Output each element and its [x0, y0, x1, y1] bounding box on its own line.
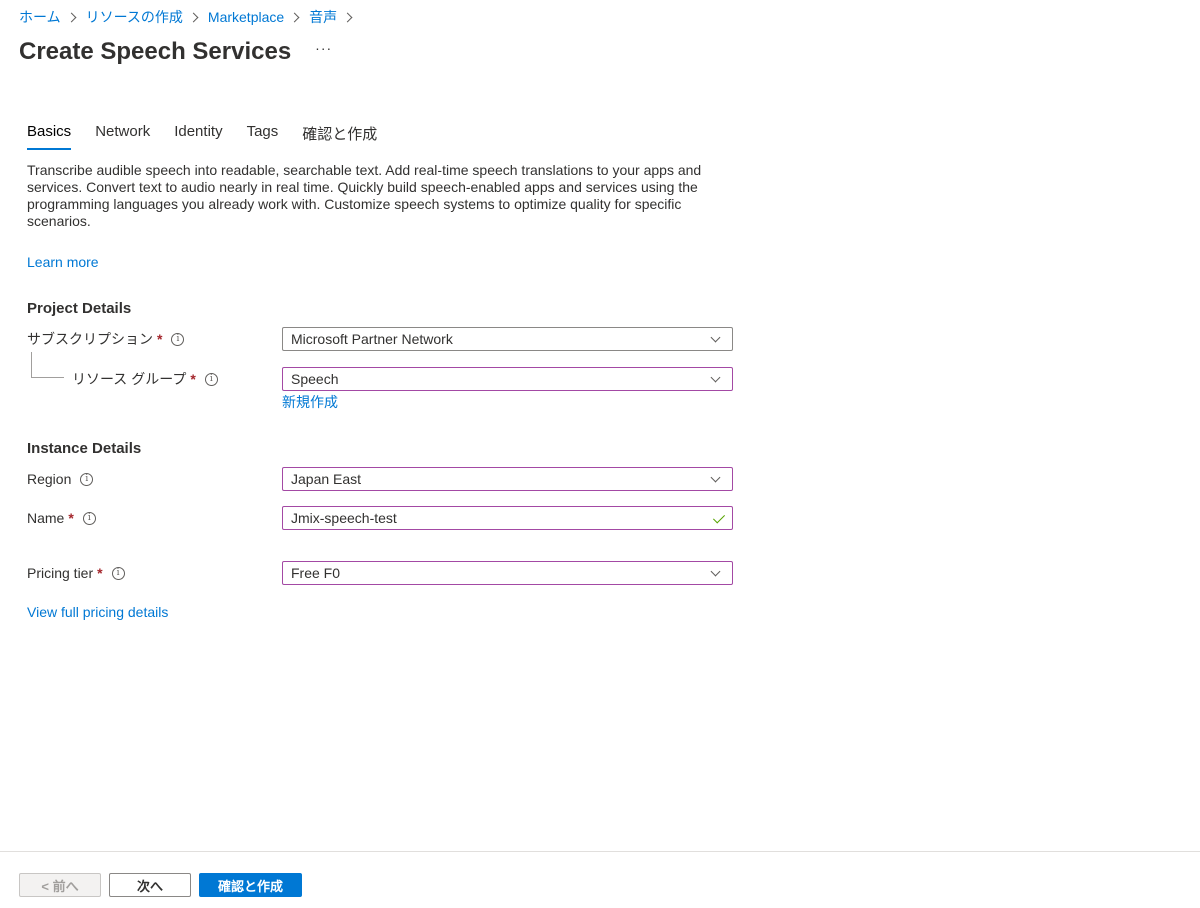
resource-group-dropdown[interactable]: Speech: [282, 367, 733, 391]
breadcrumb-marketplace[interactable]: Marketplace: [208, 9, 284, 25]
resource-group-value: Speech: [291, 371, 339, 387]
region-label: Region i: [27, 469, 94, 489]
subscription-label: サブスクリプション * i: [27, 329, 185, 349]
pricing-tier-label: Pricing tier * i: [27, 563, 125, 583]
chevron-right-icon: [342, 12, 353, 22]
pricing-tier-value: Free F0: [291, 565, 341, 581]
breadcrumb: ホーム リソースの作成 Marketplace 音声: [19, 7, 362, 27]
required-marker: *: [68, 510, 74, 526]
name-value: Jmix-speech-test: [291, 510, 397, 526]
tree-connector-vertical: [31, 352, 32, 378]
footer-bar: < 前へ 次へ 確認と作成: [0, 851, 1200, 908]
next-button[interactable]: 次へ: [109, 873, 191, 897]
view-pricing-details-link[interactable]: View full pricing details: [27, 604, 168, 620]
chevron-right-icon: [289, 12, 300, 22]
pricing-tier-dropdown[interactable]: Free F0: [282, 561, 733, 585]
subscription-label-text: サブスクリプション: [27, 331, 153, 347]
chevron-down-icon: [710, 332, 721, 343]
resource-group-label-text: リソース グループ: [72, 371, 187, 387]
tree-connector-horizontal: [31, 377, 64, 378]
breadcrumb-home[interactable]: ホーム: [19, 7, 61, 27]
breadcrumb-speech[interactable]: 音声: [309, 7, 337, 27]
chevron-right-icon: [188, 12, 199, 22]
info-icon[interactable]: i: [111, 566, 125, 580]
region-label-text: Region: [27, 471, 72, 487]
subscription-dropdown[interactable]: Microsoft Partner Network: [282, 327, 733, 351]
resource-group-label: リソース グループ * i: [72, 369, 218, 389]
instance-details-heading: Instance Details: [27, 440, 142, 457]
chevron-down-icon: [710, 372, 721, 383]
title-row: Create Speech Services ···: [19, 36, 332, 68]
tab-tags[interactable]: Tags: [247, 120, 279, 150]
chevron-down-icon: [710, 472, 721, 483]
project-details-heading: Project Details: [27, 300, 132, 317]
required-marker: *: [157, 331, 163, 347]
subscription-value: Microsoft Partner Network: [291, 331, 453, 347]
checkmark-icon: [712, 511, 726, 524]
service-description: Transcribe audible speech into readable,…: [27, 162, 702, 229]
tab-basics[interactable]: Basics: [27, 120, 72, 150]
region-dropdown[interactable]: Japan East: [282, 467, 733, 491]
tab-bar: Basics Network Identity Tags 確認と作成: [27, 120, 401, 150]
info-icon[interactable]: i: [171, 332, 185, 346]
name-input[interactable]: Jmix-speech-test: [282, 506, 733, 530]
chevron-down-icon: [710, 566, 721, 577]
previous-button[interactable]: < 前へ: [19, 873, 101, 897]
pricing-tier-label-text: Pricing tier: [27, 565, 94, 581]
required-marker: *: [97, 565, 103, 581]
info-icon[interactable]: i: [80, 472, 94, 486]
tab-review-create[interactable]: 確認と作成: [302, 120, 377, 150]
info-icon[interactable]: i: [204, 372, 218, 386]
create-new-resource-group-link[interactable]: 新規作成: [282, 392, 338, 412]
required-marker: *: [190, 371, 196, 387]
name-label: Name * i: [27, 508, 96, 528]
breadcrumb-create-resource[interactable]: リソースの作成: [86, 7, 183, 27]
info-icon[interactable]: i: [82, 511, 96, 525]
review-create-button[interactable]: 確認と作成: [199, 873, 302, 897]
chevron-right-icon: [66, 12, 77, 22]
page-title: Create Speech Services: [19, 38, 292, 65]
tab-identity[interactable]: Identity: [174, 120, 222, 150]
tab-network[interactable]: Network: [95, 120, 150, 150]
region-value: Japan East: [291, 471, 362, 487]
more-options-button[interactable]: ···: [315, 40, 332, 56]
learn-more-link[interactable]: Learn more: [27, 254, 99, 270]
name-label-text: Name: [27, 510, 65, 526]
